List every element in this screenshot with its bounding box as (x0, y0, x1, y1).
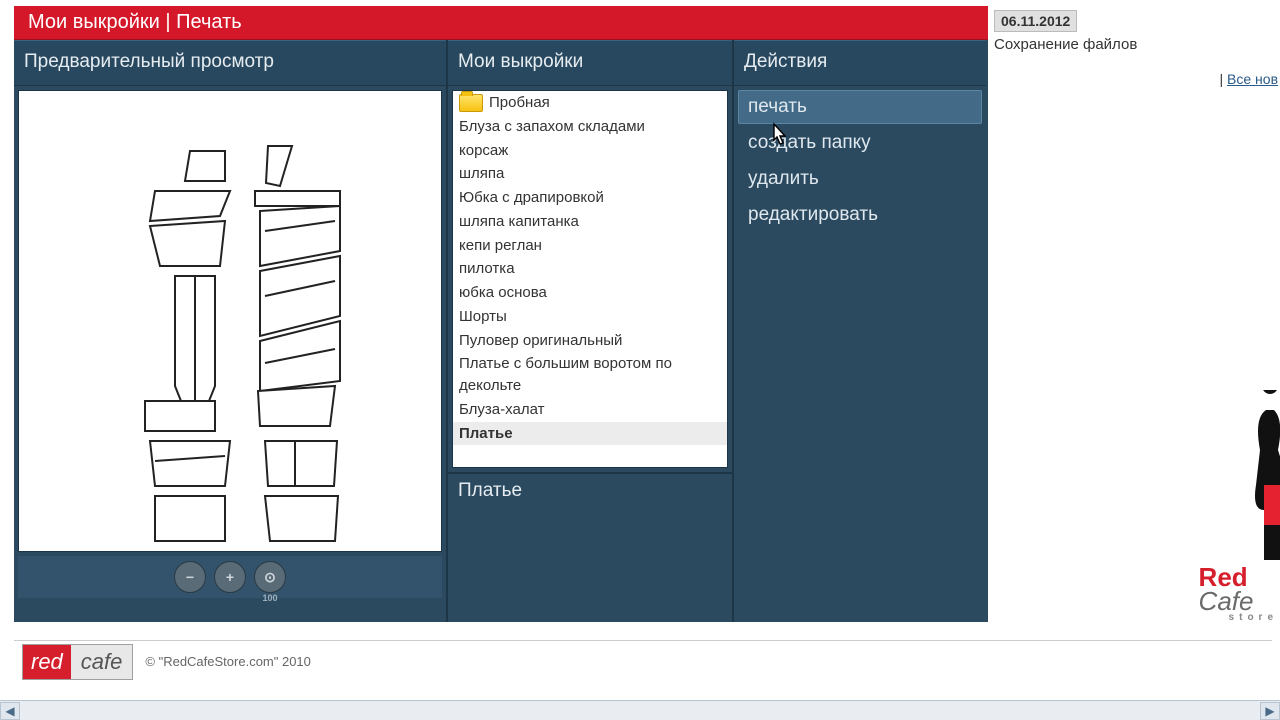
pattern-item[interactable]: кепи реглан (453, 234, 727, 258)
footer-logo-red: red (23, 645, 71, 679)
pattern-item[interactable]: Платье с большим воротом по декольте (453, 352, 727, 398)
pattern-item[interactable]: Блуза с запахом складами (453, 115, 727, 139)
pattern-item[interactable]: Юбка с драпировкой (453, 186, 727, 210)
scroll-track[interactable] (22, 702, 1258, 720)
footer: redcafe © "RedCafeStore.com" 2010 (14, 640, 1272, 682)
pattern-item[interactable]: пилотка (453, 257, 727, 281)
folder-icon (459, 94, 483, 112)
pattern-item[interactable]: шляпа капитанка (453, 210, 727, 234)
news-date: 06.11.2012 (994, 10, 1077, 32)
footer-copyright: © "RedCafeStore.com" 2010 (145, 654, 311, 669)
app-window: Мои выкройки | Печать Предварительный пр… (14, 6, 988, 622)
pattern-item[interactable]: Пуловер оригинальный (453, 329, 727, 353)
action-редактировать[interactable]: редактировать (738, 198, 982, 232)
news-all-row: | Все нов (994, 71, 1278, 87)
zoom-in-button[interactable]: + (214, 561, 246, 593)
patterns-header: Мои выкройки (448, 40, 732, 86)
footer-logo[interactable]: redcafe (22, 644, 133, 680)
patterns-list[interactable]: ПробнаяБлуза с запахом складамикорсажшля… (452, 90, 728, 468)
zoom-out-button[interactable]: − (174, 561, 206, 593)
news-all-sep: | (1220, 71, 1228, 87)
news-all-link[interactable]: Все нов (1227, 71, 1278, 87)
pattern-item[interactable]: Шорты (453, 305, 727, 329)
pattern-folder[interactable]: Пробная (453, 91, 727, 115)
pattern-detail-body (448, 512, 732, 622)
titlebar-text: Мои выкройки | Печать (28, 11, 242, 34)
pattern-item[interactable]: Платье (453, 422, 727, 446)
titlebar: Мои выкройки | Печать (14, 6, 988, 40)
pattern-item[interactable]: юбка основа (453, 281, 727, 305)
pattern-item[interactable]: шляпа (453, 162, 727, 186)
redcafe-logo: Red Cafe store (1199, 566, 1278, 622)
preview-canvas[interactable] (18, 90, 442, 552)
right-rail: 06.11.2012 Сохранение файлов | Все нов R… (994, 0, 1278, 640)
preview-header: Предварительный просмотр (14, 40, 446, 86)
actions-header: Действия (734, 40, 986, 86)
zoom-reset-button[interactable]: ⊙ (254, 561, 286, 593)
footer-logo-cafe: cafe (71, 645, 133, 679)
actions-column: Действия печатьсоздать папкуудалитьредак… (732, 40, 986, 622)
action-печать[interactable]: печать (738, 90, 982, 124)
action-удалить[interactable]: удалить (738, 162, 982, 196)
scroll-left-arrow-icon[interactable]: ◀ (0, 702, 20, 720)
silhouette-image (1244, 390, 1280, 560)
pattern-preview-svg (19, 91, 441, 551)
preview-column: Предварительный просмотр (14, 40, 446, 622)
pattern-detail-header: Платье (448, 472, 732, 512)
brand-block: Red Cafe store (1199, 390, 1278, 622)
patterns-column: Мои выкройки ПробнаяБлуза с запахом скла… (446, 40, 732, 622)
actions-list: печатьсоздать папкуудалитьредактировать (734, 86, 986, 238)
scroll-right-arrow-icon[interactable]: ▶ (1260, 702, 1280, 720)
pattern-item[interactable]: корсаж (453, 139, 727, 163)
pattern-folder-label: Пробная (489, 92, 550, 114)
preview-controls: − + ⊙ (18, 556, 442, 598)
pattern-item[interactable]: Блуза-халат (453, 398, 727, 422)
main-layout: Предварительный просмотр (14, 40, 988, 622)
action-создать-папку[interactable]: создать папку (738, 126, 982, 160)
news-title[interactable]: Сохранение файлов (994, 36, 1278, 53)
horizontal-scrollbar[interactable]: ◀ ▶ (0, 700, 1280, 720)
